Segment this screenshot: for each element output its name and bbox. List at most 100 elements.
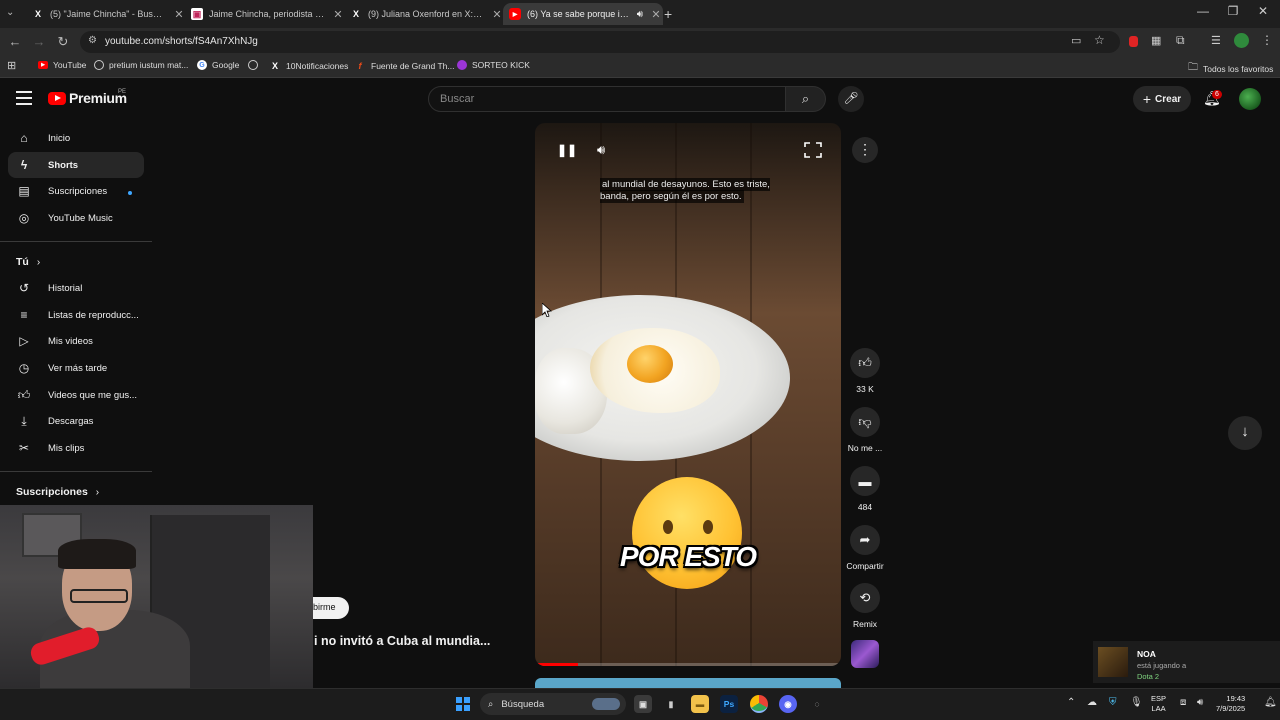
search-button[interactable]: ⌕ xyxy=(786,86,826,112)
file-explorer-icon[interactable]: ▬ xyxy=(691,695,709,713)
more-options-icon[interactable]: ⋮ xyxy=(852,137,878,163)
fullscreen-icon[interactable] xyxy=(803,141,823,159)
sidebar-item-label: Mis clips xyxy=(48,442,85,454)
bookmark-google[interactable]: G Google xyxy=(197,60,239,70)
sidebar-item-inicio[interactable]: ⌂ Inicio xyxy=(8,125,144,151)
bookmark-notificaciones[interactable]: X 10Notificaciones xyxy=(269,60,348,72)
speaker-icon[interactable]: 🔊︎ xyxy=(637,9,643,20)
short-video-player[interactable]: al mundial de desayunos. Esto es triste,… xyxy=(535,123,841,666)
photoshop-icon[interactable]: Ps xyxy=(720,695,738,713)
close-icon[interactable]: ✕ xyxy=(490,8,504,21)
sidebar-item-mis-clips[interactable]: ✂ Mis clips xyxy=(8,435,144,461)
close-icon[interactable]: ✕ xyxy=(331,8,345,21)
tab-search-chevron-icon[interactable]: ⌄ xyxy=(6,7,14,18)
media-controls-icon[interactable]: ☰ xyxy=(1211,34,1221,47)
volume-icon[interactable]: 🔊︎ xyxy=(597,142,605,158)
bookmark-globe[interactable] xyxy=(248,60,258,70)
sidebar-item-videos-que-me-gustan[interactable]: 👍︎ Videos que me gus... xyxy=(8,382,144,408)
security-icon[interactable]: ⛨ xyxy=(1109,697,1117,708)
create-label: Crear xyxy=(1155,93,1182,105)
window-close-icon[interactable]: ✕ xyxy=(1250,4,1276,18)
activity-notification[interactable]: NOA está jugando a Dota 2 xyxy=(1093,641,1280,683)
clock[interactable]: 19:43 7/9/2025 xyxy=(1216,694,1245,714)
taskbar-search[interactable]: ⌕ Búsqueda xyxy=(480,693,626,715)
close-icon[interactable]: ✕ xyxy=(172,8,186,21)
sidebar-item-listas[interactable]: ≡ Listas de reproducc... xyxy=(8,302,144,328)
dislike-label: No me ... xyxy=(847,443,883,453)
comments-button[interactable]: ▬ 484 xyxy=(843,466,887,512)
sidebar-item-shorts[interactable]: ϟ Shorts xyxy=(8,152,144,178)
all-bookmarks[interactable]: 🗀︎ Todos los favoritos xyxy=(1188,60,1273,77)
sidebar-item-descargas[interactable]: ⤓ Descargas xyxy=(8,408,144,434)
youtube-premium-logo[interactable]: Premium xyxy=(48,90,127,106)
new-tab-icon[interactable]: + xyxy=(664,6,672,22)
site-info-icon[interactable]: ⚙ xyxy=(88,35,97,46)
search-input[interactable]: Buscar xyxy=(428,86,786,112)
tab-4-active[interactable]: ▶ (6) Ya se sabe porque ibai n... 🔊︎ ✕ xyxy=(503,3,663,25)
next-short-preview[interactable] xyxy=(535,678,841,688)
scissors-icon: ✂ xyxy=(18,441,30,455)
next-video-arrow-icon[interactable]: ↓ xyxy=(1228,416,1262,450)
close-icon[interactable]: ✕ xyxy=(649,8,663,21)
onedrive-icon[interactable]: ☁ xyxy=(1087,697,1097,708)
extensions-puzzle-icon[interactable]: ⧉ xyxy=(1176,33,1185,48)
sidebar-item-suscripciones[interactable]: ▤ Suscripciones xyxy=(8,178,144,204)
apps-grid-icon[interactable]: ⊞ xyxy=(7,59,16,72)
forward-icon[interactable]: → xyxy=(30,34,48,49)
volume-tray-icon[interactable]: 🔊︎ xyxy=(1197,697,1203,708)
account-avatar[interactable] xyxy=(1239,88,1261,110)
input-language[interactable]: ESP LAA xyxy=(1151,694,1166,714)
minimize-icon[interactable]: — xyxy=(1190,4,1216,18)
restore-icon[interactable]: ❐ xyxy=(1220,4,1246,18)
sidebar-item-historial[interactable]: ↺ Historial xyxy=(8,275,144,301)
video-progress-bar[interactable] xyxy=(535,663,841,666)
subscribe-button[interactable]: birme xyxy=(313,597,349,619)
voice-search-button[interactable]: 🎤︎ xyxy=(838,86,864,112)
notification-center-icon[interactable]: 🔔︎ xyxy=(1264,697,1277,708)
tab-3[interactable]: X (9) Juliana Oxenford en X: "Te v... ✕ xyxy=(344,3,504,25)
reload-icon[interactable]: ↻ xyxy=(54,34,72,50)
sidebar-item-label: Suscripciones xyxy=(48,185,108,197)
extension-icon[interactable]: ▦ xyxy=(1151,34,1161,47)
discord-icon[interactable]: ◉ xyxy=(779,695,797,713)
task-view-icon[interactable]: ▣ xyxy=(634,695,652,713)
short-title: i no invitó a Cuba al mundia... xyxy=(314,634,491,648)
create-button[interactable]: + Crear xyxy=(1133,86,1191,112)
sidebar-item-label: Videos que me gus... xyxy=(48,389,138,401)
tab-2[interactable]: ▣ Jaime Chincha, periodista y co... ✕ xyxy=(185,3,345,25)
browser-menu-icon[interactable]: ⋮ xyxy=(1261,33,1273,47)
pause-icon[interactable]: ❚❚ xyxy=(557,143,577,157)
chrome-icon[interactable] xyxy=(750,695,768,713)
bookmark-pretium[interactable]: pretium iustum mat... xyxy=(94,60,188,70)
sidebar-subscriptions-heading[interactable]: Suscripciones › xyxy=(16,486,99,498)
menu-hamburger-icon[interactable] xyxy=(16,91,32,105)
install-app-icon[interactable]: ▭ xyxy=(1071,34,1081,47)
back-icon[interactable]: ← xyxy=(6,34,24,49)
extension-record-icon[interactable] xyxy=(1129,36,1138,47)
profile-avatar[interactable] xyxy=(1234,33,1249,48)
tray-overflow-icon[interactable]: ⌃ xyxy=(1067,697,1075,708)
remix-button[interactable]: ⟲ Remix xyxy=(843,583,887,629)
share-button[interactable]: ➦ Compartir xyxy=(843,525,887,571)
network-icon[interactable]: ⧈ xyxy=(1180,697,1186,708)
google-logo-icon: G xyxy=(197,60,207,70)
url-text[interactable]: youtube.com/shorts/fS4An7XhNJg xyxy=(105,36,258,47)
app-icon[interactable]: ▮ xyxy=(662,695,680,713)
subscriptions-heading-label: Suscripciones xyxy=(16,486,88,498)
bookmark-sorteo-kick[interactable]: SORTEO KICK xyxy=(457,60,530,70)
obs-icon[interactable]: ◌ xyxy=(808,695,826,713)
windows-start-icon[interactable] xyxy=(456,697,470,711)
channel-avatar[interactable] xyxy=(851,640,879,668)
bookmark-star-icon[interactable]: ☆ xyxy=(1094,33,1105,47)
tab-1[interactable]: X (5) "Jaime Chincha" - Buscar / X ✕ xyxy=(26,3,186,25)
chevron-right-icon: › xyxy=(95,486,100,498)
sidebar-item-mis-videos[interactable]: ▷ Mis videos xyxy=(8,328,144,354)
bookmark-youtube[interactable]: ▶ YouTube xyxy=(38,60,86,70)
sidebar-item-youtube-music[interactable]: ◎ YouTube Music xyxy=(8,205,144,231)
microphone-tray-icon[interactable]: 🎙︎ xyxy=(1130,697,1143,708)
sidebar-you-heading[interactable]: Tú › xyxy=(16,256,40,268)
sidebar-item-ver-mas-tarde[interactable]: ◷ Ver más tarde xyxy=(8,355,144,381)
dislike-button[interactable]: 👎︎ No me ... xyxy=(843,407,887,453)
bookmark-gta[interactable]: f Fuente de Grand Th... xyxy=(354,60,455,72)
like-button[interactable]: 👍︎ 33 K xyxy=(843,348,887,394)
